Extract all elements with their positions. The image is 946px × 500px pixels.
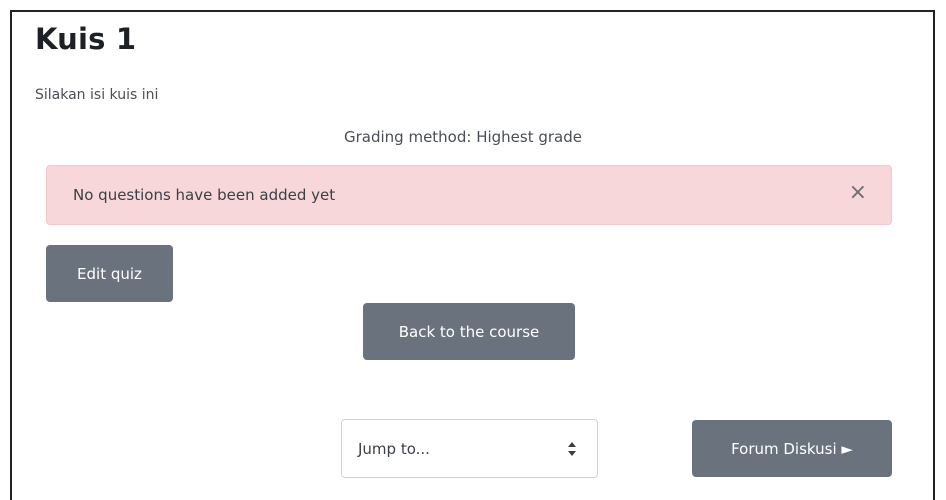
next-activity-button[interactable]: Forum Diskusi ► — [692, 420, 892, 477]
close-icon[interactable]: × — [849, 182, 867, 204]
jump-to-select[interactable]: Jump to... — [341, 419, 598, 478]
alert-message: No questions have been added yet — [73, 186, 336, 204]
grading-method-text: Grading method: Highest grade — [343, 128, 582, 146]
edit-quiz-button[interactable]: Edit quiz — [46, 245, 173, 302]
page-title: Kuis 1 — [35, 22, 137, 56]
jump-to-value: Jump to... — [358, 440, 430, 458]
next-activity-label: Forum Diskusi ► — [731, 439, 853, 458]
edit-quiz-label: Edit quiz — [77, 264, 142, 283]
back-to-course-label: Back to the course — [398, 322, 540, 341]
grading-method: Grading method: Highest grade — [0, 128, 946, 146]
quiz-intro: Silakan isi kuis ini — [35, 87, 159, 103]
back-to-course-button[interactable]: Back to the course — [363, 303, 575, 360]
select-updown-icon — [568, 442, 576, 456]
no-questions-alert: No questions have been added yet × — [46, 165, 892, 225]
